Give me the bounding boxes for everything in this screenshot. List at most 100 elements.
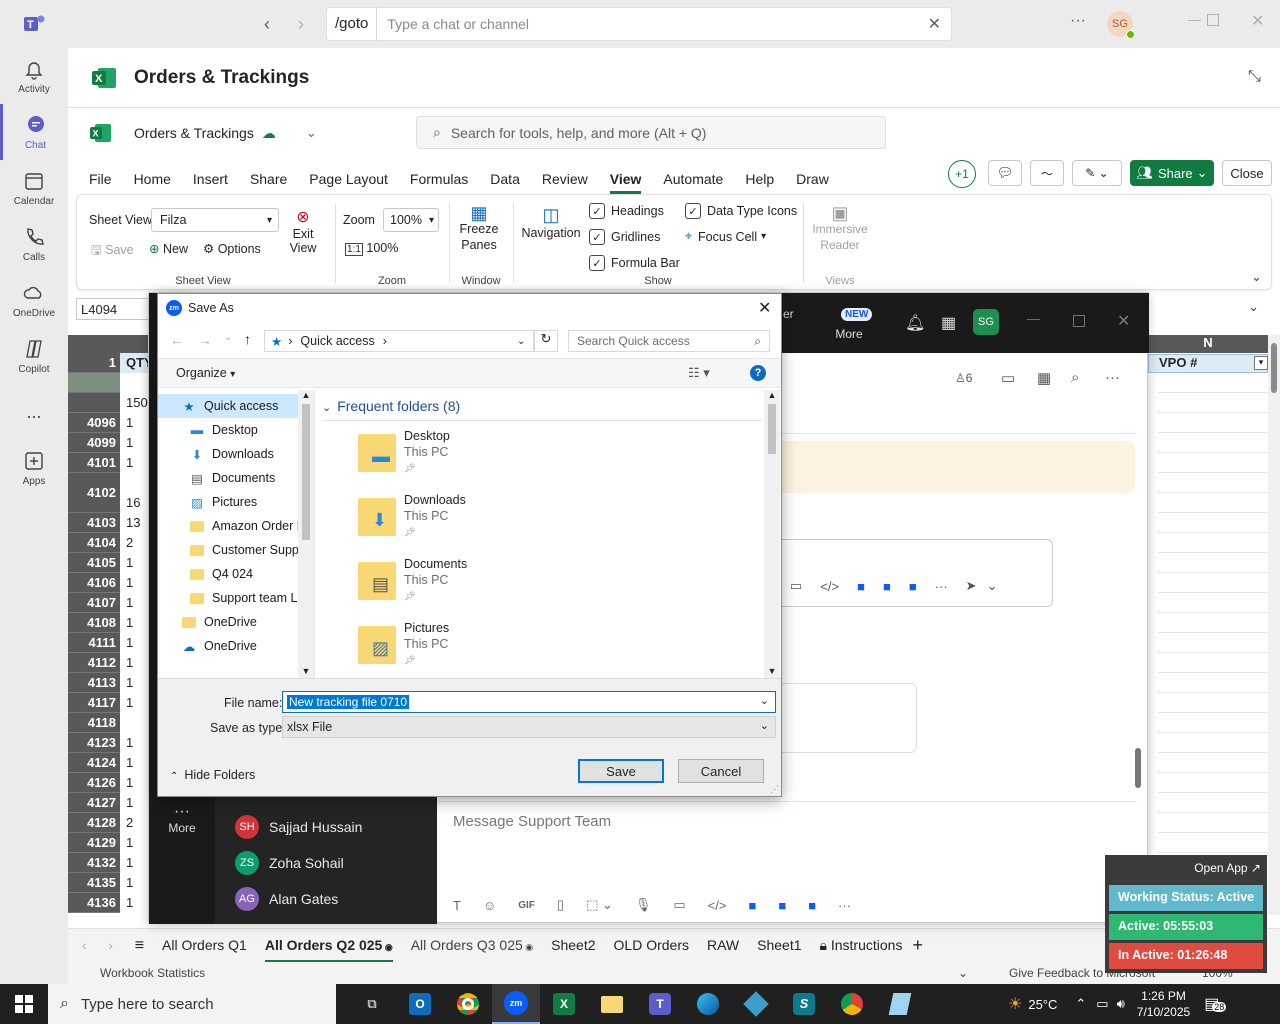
- video-call-icon[interactable]: ▭: [1001, 369, 1015, 387]
- focus-cell-button[interactable]: ⌖ Focus Cell ▾: [685, 229, 766, 244]
- folder-item[interactable]: ▬ Desktop This PC 📌︎: [358, 429, 450, 494]
- zoom-taskbar-icon[interactable]: zm: [492, 984, 540, 1024]
- row-header[interactable]: 4118: [68, 713, 120, 733]
- row-header[interactable]: 4106: [68, 573, 120, 593]
- task-view-icon[interactable]: ⧉: [348, 984, 396, 1024]
- qty-cell[interactable]: 2: [120, 533, 150, 553]
- row-header[interactable]: 4101: [68, 453, 120, 473]
- zoom-tab-fragment[interactable]: er: [783, 307, 794, 321]
- windows-start-icon[interactable]: [0, 984, 48, 1024]
- sheet-tab[interactable]: OLD Orders: [614, 929, 689, 963]
- save-button[interactable]: Save: [578, 759, 664, 783]
- back-arrow-icon[interactable]: ←: [170, 332, 184, 348]
- sheet-tab[interactable]: All Orders Q1: [162, 929, 247, 963]
- sheet-scroll-right-icon[interactable]: ›: [108, 938, 112, 953]
- forward-arrow-icon[interactable]: →: [198, 332, 212, 348]
- qty-cell[interactable]: [120, 713, 150, 733]
- schedule-icon[interactable]: ▦: [1037, 369, 1051, 387]
- rail-apps[interactable]: Apps: [0, 440, 68, 496]
- row-header[interactable]: 1: [68, 353, 120, 373]
- qty-cell[interactable]: 1: [120, 753, 150, 773]
- qty-cell[interactable]: 1: [120, 433, 150, 453]
- tab-share[interactable]: Share: [250, 171, 287, 187]
- row-header[interactable]: [68, 373, 120, 393]
- row-header[interactable]: 4103: [68, 513, 120, 533]
- row-header[interactable]: 4107: [68, 593, 120, 613]
- code-snippet-icon[interactable]: </>: [708, 898, 727, 913]
- member-item[interactable]: SH Sajjad Hussain: [235, 809, 362, 845]
- zoom-rail-more[interactable]: ··· More: [149, 803, 215, 835]
- file-icon[interactable]: ▯: [557, 897, 564, 913]
- row-header[interactable]: 4136: [68, 893, 120, 913]
- edit-mode-icon[interactable]: ✎ ⌄: [1072, 160, 1122, 186]
- comments-icon[interactable]: 💬︎: [988, 160, 1022, 186]
- recent-locations-icon[interactable]: ⌄: [224, 332, 232, 343]
- temperature[interactable]: 25°C: [1028, 997, 1057, 1012]
- file-name-label[interactable]: Orders & Trackings: [134, 125, 254, 141]
- qty-cell[interactable]: 1: [120, 793, 150, 813]
- app-icon[interactable]: ■: [857, 579, 865, 594]
- all-sheets-menu-icon[interactable]: ≡: [135, 937, 144, 955]
- open-app-link[interactable]: Open App ↗: [1194, 861, 1261, 875]
- qty-cell[interactable]: [120, 373, 150, 393]
- headings-checkbox[interactable]: ✓ Headings: [589, 203, 664, 219]
- sheet-view-options-button[interactable]: ⚙ Options: [203, 241, 261, 256]
- gridlines-checkbox[interactable]: ✓ Gridlines: [589, 229, 660, 245]
- row-header[interactable]: 4099: [68, 433, 120, 453]
- row-header[interactable]: 4123: [68, 733, 120, 753]
- nav-item[interactable]: ▤Documents📌︎: [158, 466, 314, 490]
- row-header[interactable]: 4126: [68, 773, 120, 793]
- address-dropdown-icon[interactable]: ⌄: [517, 336, 525, 347]
- vpo-header-cell[interactable]: VPO #: [1148, 354, 1268, 373]
- zoom-more-icon[interactable]: ···: [1105, 369, 1120, 386]
- teams-taskbar-icon[interactable]: T: [636, 984, 684, 1024]
- name-box[interactable]: L4094: [76, 298, 158, 320]
- close-excel-button[interactable]: Close: [1222, 160, 1272, 186]
- tab-file[interactable]: File: [89, 171, 112, 187]
- app-icon[interactable]: ■: [748, 898, 756, 913]
- outlook-icon[interactable]: O: [396, 984, 444, 1024]
- nav-item[interactable]: Customer Suppc: [158, 538, 314, 562]
- qty-cell[interactable]: 1: [120, 573, 150, 593]
- nav-item[interactable]: ▬Desktop📌︎: [158, 418, 314, 442]
- network-icon[interactable]: ▭: [1096, 996, 1108, 1012]
- file-name-input[interactable]: New tracking file 0710 ⌄: [282, 691, 776, 713]
- microphone-icon[interactable]: 🎙︎: [635, 897, 652, 913]
- row-header[interactable]: 4132: [68, 853, 120, 873]
- chevron-down-icon[interactable]: ⌄: [987, 578, 998, 594]
- row-header[interactable]: 4105: [68, 553, 120, 573]
- more-options-icon[interactable]: ···: [1070, 12, 1086, 30]
- qty-cell[interactable]: QTY: [120, 353, 150, 373]
- taskbar-search-box[interactable]: ⌕ Type here to search: [48, 984, 336, 1024]
- scrollbar-thumb[interactable]: [1271, 343, 1277, 393]
- teams-logo-icon[interactable]: T: [22, 13, 46, 38]
- sheet-view-select[interactable]: Filza ▾: [151, 208, 279, 232]
- maximize-icon[interactable]: [1207, 14, 1219, 26]
- nav-item[interactable]: Amazon Order P: [158, 514, 314, 538]
- back-arrow-icon[interactable]: ‹: [264, 14, 270, 35]
- row-header[interactable]: 4102: [68, 473, 120, 513]
- chrome-icon[interactable]: [444, 984, 492, 1024]
- frequent-folders-header[interactable]: ⌄ Frequent folders (8): [322, 398, 460, 414]
- row-header[interactable]: [68, 393, 120, 413]
- data-type-icons-checkbox[interactable]: ✓ Data Type Icons: [685, 203, 797, 219]
- refresh-icon[interactable]: ↻: [534, 330, 558, 352]
- zoom-calendar-icon[interactable]: ▦: [941, 313, 956, 333]
- row-header[interactable]: 4129: [68, 833, 120, 853]
- clock[interactable]: 1:26 PM 7/10/2025: [1137, 988, 1190, 1020]
- sheet-tab[interactable]: Sheet1: [757, 929, 801, 963]
- nav-item[interactable]: OneDrive: [158, 610, 314, 634]
- sheet-tab[interactable]: All Orders Q3 025 ◉: [411, 929, 533, 963]
- qty-cell[interactable]: 1: [120, 853, 150, 873]
- qty-cell[interactable]: 1: [120, 593, 150, 613]
- sway-icon[interactable]: S: [780, 984, 828, 1024]
- qty-cell[interactable]: 1: [120, 833, 150, 853]
- qty-cell[interactable]: 1: [120, 893, 150, 913]
- qty-cell[interactable]: 1: [120, 773, 150, 793]
- forward-arrow-icon[interactable]: ›: [298, 14, 304, 35]
- qty-cell[interactable]: 1: [120, 653, 150, 673]
- gif-icon[interactable]: GIF: [518, 900, 535, 911]
- rail-onedrive[interactable]: OneDrive: [0, 272, 68, 328]
- qty-cell[interactable]: 1: [120, 453, 150, 473]
- up-arrow-icon[interactable]: ↑: [244, 331, 251, 347]
